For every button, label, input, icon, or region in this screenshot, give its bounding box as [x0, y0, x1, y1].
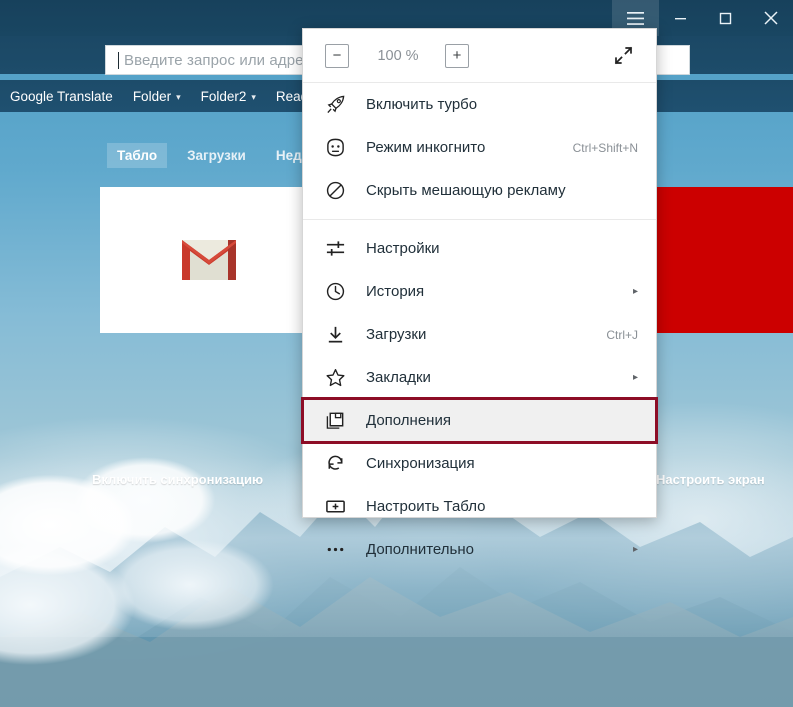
menu-item-label: Настройки: [366, 240, 440, 257]
chevron-down-icon: ▾: [176, 91, 181, 102]
menu-item-downloads[interactable]: Загрузки Ctrl+J: [303, 313, 656, 356]
menu-item-label: Загрузки: [366, 326, 427, 343]
menu-separator: [303, 219, 656, 220]
close-icon: [763, 11, 778, 25]
ntp-tab-label: Табло: [117, 148, 158, 163]
menu-item-label: Режим инкогнито: [366, 139, 486, 156]
bookmark-label: Folder2: [200, 88, 247, 104]
rocket-icon: [325, 94, 351, 115]
menu-item-label: История: [366, 283, 425, 300]
bookmark-label: Folder: [132, 88, 172, 104]
submenu-arrow-icon: ▸: [632, 372, 638, 383]
zoom-out-button[interactable]: −: [325, 43, 349, 68]
more-dots-icon: [325, 539, 351, 560]
menu-item-incognito[interactable]: Режим инкогнито Ctrl+Shift+N: [303, 126, 656, 169]
red-tile[interactable]: [651, 187, 793, 333]
minimize-button[interactable]: [658, 0, 703, 36]
menu-item-label: Закладки: [366, 369, 431, 386]
menu-item-configure-tablo[interactable]: Настроить Табло: [303, 485, 656, 528]
zoom-control-row: − 100 % +: [303, 29, 656, 83]
fullscreen-button[interactable]: [610, 43, 636, 69]
zoom-level-value: 100 %: [377, 47, 419, 64]
menu-item-label: Настроить Табло: [366, 498, 486, 515]
gmail-icon: [182, 240, 236, 280]
bookmark-folder[interactable]: Folder ▾: [133, 89, 181, 104]
window-controls: [658, 0, 793, 36]
submenu-arrow-icon: ▸: [632, 286, 638, 297]
menu-item-bookmarks[interactable]: Закладки ▸: [303, 356, 656, 399]
bookmark-google-translate[interactable]: Google Translate: [10, 89, 113, 104]
ntp-tab-label: Загрузки: [187, 148, 246, 163]
extensions-icon: [325, 410, 351, 431]
menu-item-turbo[interactable]: Включить турбо: [303, 83, 656, 126]
zoom-in-button[interactable]: +: [445, 43, 469, 68]
menu-item-more[interactable]: Дополнительно ▸: [303, 528, 656, 571]
enable-sync-link[interactable]: Включить синхронизацию: [92, 472, 263, 487]
fullscreen-icon: [614, 46, 632, 65]
browser-window: Табло Загрузки Недавно закрытые Дополнен…: [0, 0, 793, 707]
configure-screen-link[interactable]: Настроить экран: [656, 472, 765, 487]
bookmark-folder2[interactable]: Folder2 ▾: [201, 89, 256, 104]
submenu-arrow-icon: ▸: [632, 544, 638, 555]
minimize-icon: [675, 17, 686, 19]
chevron-down-icon: ▾: [251, 91, 256, 102]
close-button[interactable]: [748, 0, 793, 36]
gmail-tile[interactable]: [100, 187, 318, 333]
menu-item-settings[interactable]: Настройки: [303, 227, 656, 270]
incognito-icon: [325, 137, 351, 158]
menu-item-sync[interactable]: Синхронизация: [303, 442, 656, 485]
menu-item-label: Дополнения: [366, 412, 451, 429]
menu-item-label: Скрыть мешающую рекламу: [366, 182, 566, 199]
minus-icon: −: [332, 47, 342, 64]
maximize-icon: [719, 12, 732, 24]
text-caret: [118, 51, 119, 69]
menu-item-shortcut: Ctrl+J: [606, 327, 638, 342]
menu-item-block-ads[interactable]: Скрыть мешающую рекламу: [303, 169, 656, 212]
block-ads-icon: [325, 180, 351, 201]
ntp-tab-downloads[interactable]: Загрузки: [177, 143, 256, 168]
tablo-icon: [325, 496, 351, 517]
maximize-button[interactable]: [703, 0, 748, 36]
star-icon: [325, 367, 351, 388]
plus-icon: +: [452, 47, 462, 64]
menu-item-label: Дополнительно: [366, 541, 474, 558]
hamburger-icon: [627, 11, 644, 25]
main-menu-dropdown: − 100 % + Включить турбо Режим инкогнито…: [301, 28, 658, 558]
address-placeholder: Введите запрос или адрес: [124, 51, 312, 69]
menu-item-label: Синхронизация: [366, 455, 475, 472]
menu-item-extensions[interactable]: Дополнения: [301, 397, 658, 444]
bookmark-label: Google Translate: [10, 88, 113, 104]
settings-sliders-icon: [325, 238, 351, 259]
sync-icon: [325, 453, 351, 474]
menu-item-shortcut: Ctrl+Shift+N: [572, 140, 638, 155]
clock-history-icon: [325, 281, 351, 302]
menu-item-label: Включить турбо: [366, 96, 478, 113]
ntp-tab-tablo[interactable]: Табло: [107, 143, 168, 168]
download-icon: [325, 324, 351, 345]
menu-item-history[interactable]: История ▸: [303, 270, 656, 313]
